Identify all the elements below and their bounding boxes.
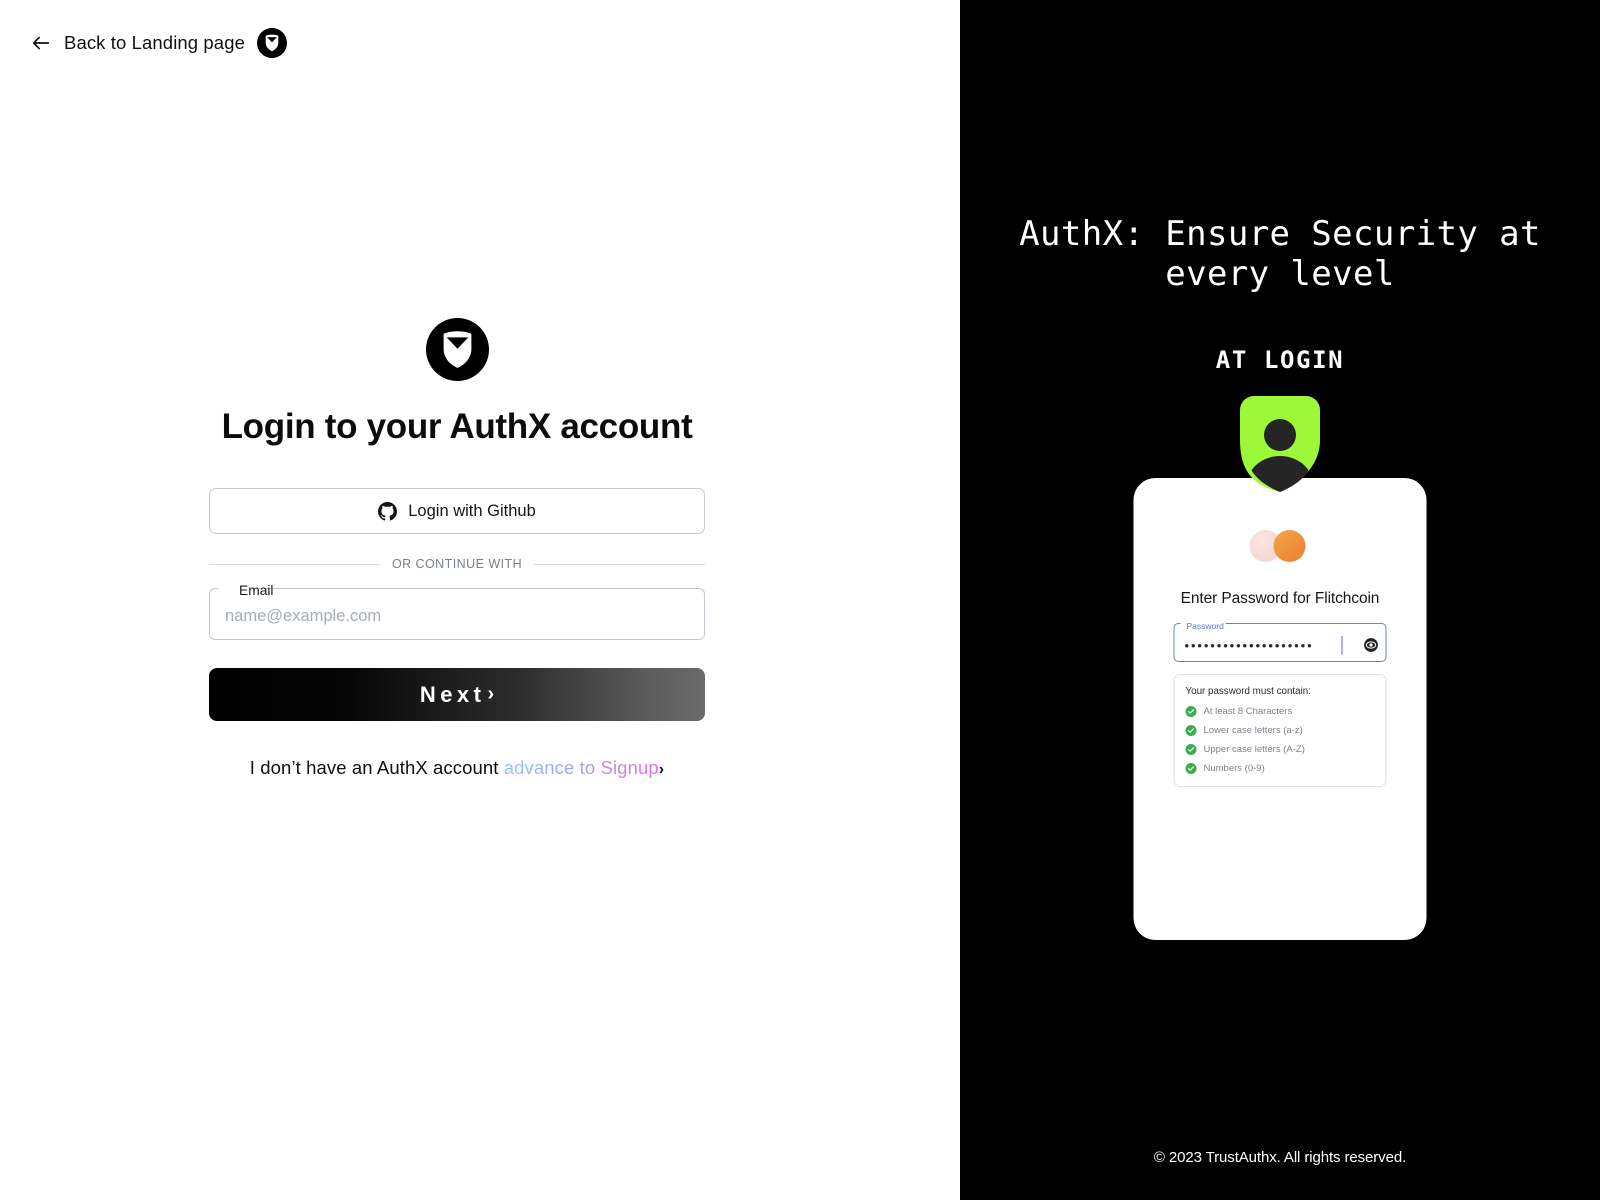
advance-to-signup-link[interactable]: advance to Signup	[504, 757, 659, 778]
password-masked-value[interactable]: ••••••••••••••••••••	[1185, 628, 1340, 662]
github-icon	[378, 501, 398, 521]
login-with-github-label: Login with Github	[408, 501, 536, 520]
check-circle-icon	[1185, 725, 1197, 736]
arrow-left-icon	[32, 36, 50, 50]
signup-prompt: I don’t have an AuthX account advance to…	[209, 757, 705, 779]
password-rule-item: Lower case letters (a-z)	[1185, 725, 1375, 736]
email-field-label: Email	[239, 583, 274, 598]
check-circle-icon	[1185, 706, 1197, 717]
password-prompt-card: Enter Password for Flitchcoin Password P…	[1133, 478, 1427, 940]
signup-chevron-right-icon: ›	[658, 761, 665, 778]
card-heading: Enter Password for Flitchcoin	[1180, 590, 1380, 607]
copyright-text: © 2023 TrustAuthx. All rights reserved.	[1153, 1149, 1407, 1166]
login-page: Back to Landing page Login to your AuthX…	[0, 0, 1600, 1200]
chevron-right-icon: ›	[487, 683, 495, 705]
promo-panel: AuthX: Ensure Security at every level AT…	[960, 0, 1600, 1200]
login-with-github-button[interactable]: Login with Github	[209, 488, 705, 534]
password-rules-title: Your password must contain:	[1185, 686, 1311, 697]
or-continue-divider: OR CONTINUE WITH	[209, 557, 706, 571]
password-rule-label: Upper case letters (A-Z)	[1203, 744, 1305, 755]
promo-title: AuthX: Ensure Security at every level	[1019, 214, 1541, 294]
divider-rule-right	[534, 563, 706, 565]
check-circle-icon	[1185, 763, 1197, 774]
divider-rule-left	[209, 563, 380, 565]
next-button[interactable]: Next ›	[209, 668, 705, 721]
password-rule-label: At least 8 Characters	[1203, 706, 1293, 717]
user-shield-icon	[1240, 396, 1320, 492]
logo-container	[209, 318, 705, 381]
email-field-wrapper: Email Email	[209, 583, 705, 640]
mastercard-logo-icon	[1249, 530, 1311, 562]
password-rule-item: Upper case letters (A-Z)	[1185, 744, 1375, 755]
text-caret	[1341, 636, 1343, 655]
password-rule-label: Lower case letters (a-z)	[1203, 725, 1303, 736]
check-circle-icon	[1185, 744, 1197, 755]
password-rule-item: At least 8 Characters	[1185, 706, 1375, 717]
email-input[interactable]	[209, 593, 705, 640]
page-title: Login to your AuthX account	[221, 407, 693, 446]
back-to-landing-link[interactable]: Back to Landing page	[30, 28, 287, 58]
back-to-landing-label: Back to Landing page	[64, 32, 245, 53]
promo-subtitle: AT LOGIN	[1215, 346, 1345, 374]
eye-icon[interactable]	[1364, 638, 1379, 653]
authx-shield-badge-icon	[256, 28, 287, 58]
password-rule-item: Numbers (0-9)	[1185, 763, 1375, 774]
mastercard-right-circle	[1273, 530, 1305, 562]
login-form-column: Login to your AuthX account Login with G…	[209, 318, 706, 779]
divider-label: OR CONTINUE WITH	[391, 557, 523, 571]
next-button-label: Next	[419, 681, 486, 707]
password-rule-label: Numbers (0-9)	[1203, 763, 1265, 774]
authx-shield-logo-icon	[425, 318, 489, 381]
signup-prompt-text: I don’t have an AuthX account	[249, 757, 499, 778]
password-field-wrapper: Password Password ••••••••••••••••••••	[1173, 621, 1387, 662]
password-rules-box: Your password must contain: At least 8 C…	[1173, 674, 1387, 787]
login-panel: Back to Landing page Login to your AuthX…	[0, 0, 960, 1200]
